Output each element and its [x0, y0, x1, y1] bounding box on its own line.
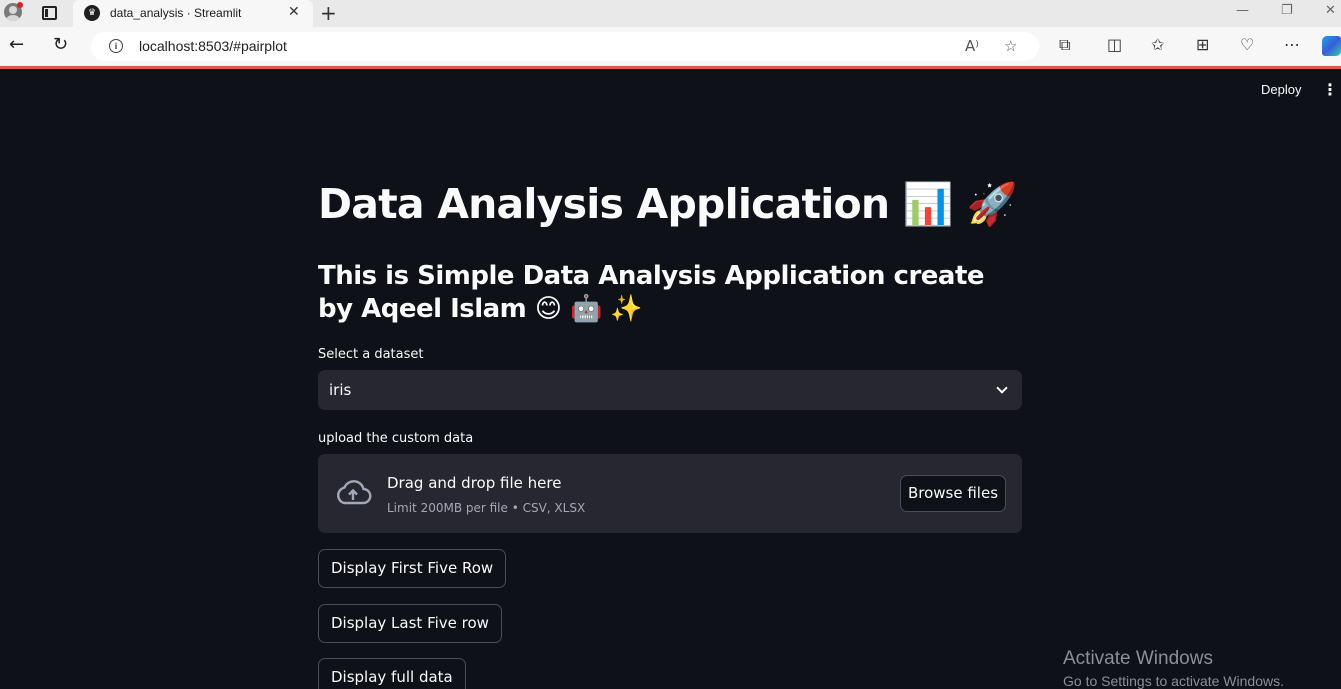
watermark-title: Activate Windows [1063, 648, 1213, 669]
browser-toolbar: ← ↻ i localhost:8503/#pairplot A⁾ ☆ ⧉ ◫ … [0, 27, 1341, 66]
favorites-icon[interactable]: ✩ [1151, 36, 1164, 54]
upload-limit-text: Limit 200MB per file • CSV, XLSX [387, 501, 586, 515]
url-text[interactable]: localhost:8503/#pairplot [139, 38, 287, 54]
performance-icon[interactable]: ♡ [1240, 36, 1254, 54]
tab-actions-icon[interactable] [42, 6, 57, 20]
page-title: Data Analysis Application 📊 🚀 [318, 180, 1018, 228]
activate-windows-watermark: Activate Windows Go to Settings to activ… [1063, 648, 1284, 689]
close-tab-icon[interactable]: ✕ [288, 4, 300, 20]
drop-text: Drag and drop file here [387, 474, 562, 492]
new-tab-icon[interactable]: + [320, 1, 337, 25]
page-subtitle: This is Simple Data Analysis Application… [318, 261, 985, 324]
address-bar[interactable]: i localhost:8503/#pairplot A⁾ ☆ [91, 32, 1039, 61]
watermark-subtitle: Go to Settings to activate Windows. [1063, 673, 1284, 689]
browse-files-button[interactable]: Browse files [900, 475, 1006, 512]
more-options-icon[interactable]: ⋯ [1284, 36, 1300, 54]
loading-accent-line [0, 66, 1341, 69]
chevron-down-icon [996, 382, 1008, 394]
copilot-icon[interactable] [1322, 36, 1341, 56]
browser-tab[interactable]: ♛ data_analysis · Streamlit ✕ [73, 0, 313, 27]
uploader-label: upload the custom data [318, 431, 474, 446]
deploy-button[interactable]: Deploy [1261, 82, 1301, 97]
dataset-select[interactable]: iris [318, 370, 1022, 410]
minimize-icon[interactable]: — [1236, 3, 1249, 18]
restore-icon[interactable]: ❐ [1281, 3, 1293, 18]
back-icon[interactable]: ← [9, 35, 24, 55]
dataset-select-value: iris [329, 381, 352, 399]
read-aloud-icon[interactable]: A⁾ [965, 37, 979, 55]
browser-tab-bar: ♛ data_analysis · Streamlit ✕ + — ❐ ✕ [0, 0, 1341, 27]
tab-title: data_analysis · Streamlit [110, 6, 242, 20]
collections-icon[interactable]: ⊞ [1196, 36, 1209, 54]
notification-dot-icon [17, 2, 23, 8]
dataset-select-label: Select a dataset [318, 347, 424, 362]
streamlit-favicon-icon: ♛ [84, 5, 100, 21]
close-window-icon[interactable]: ✕ [1325, 3, 1336, 18]
file-uploader-dropzone[interactable]: Drag and drop file here Limit 200MB per … [318, 454, 1022, 533]
split-screen-icon[interactable]: ◫ [1107, 36, 1122, 54]
extensions-icon[interactable]: ⧉ [1059, 36, 1070, 54]
display-last-five-button[interactable]: Display Last Five row [318, 604, 502, 643]
display-first-five-button[interactable]: Display First Five Row [318, 549, 507, 588]
favorite-star-icon[interactable]: ☆ [1004, 37, 1017, 55]
site-info-icon[interactable]: i [109, 39, 123, 53]
display-full-data-button[interactable]: Display full data [318, 658, 466, 689]
cloud-upload-icon [337, 480, 372, 505]
main-menu-icon[interactable]: ⋮ [1322, 82, 1338, 98]
refresh-icon[interactable]: ↻ [53, 35, 68, 55]
